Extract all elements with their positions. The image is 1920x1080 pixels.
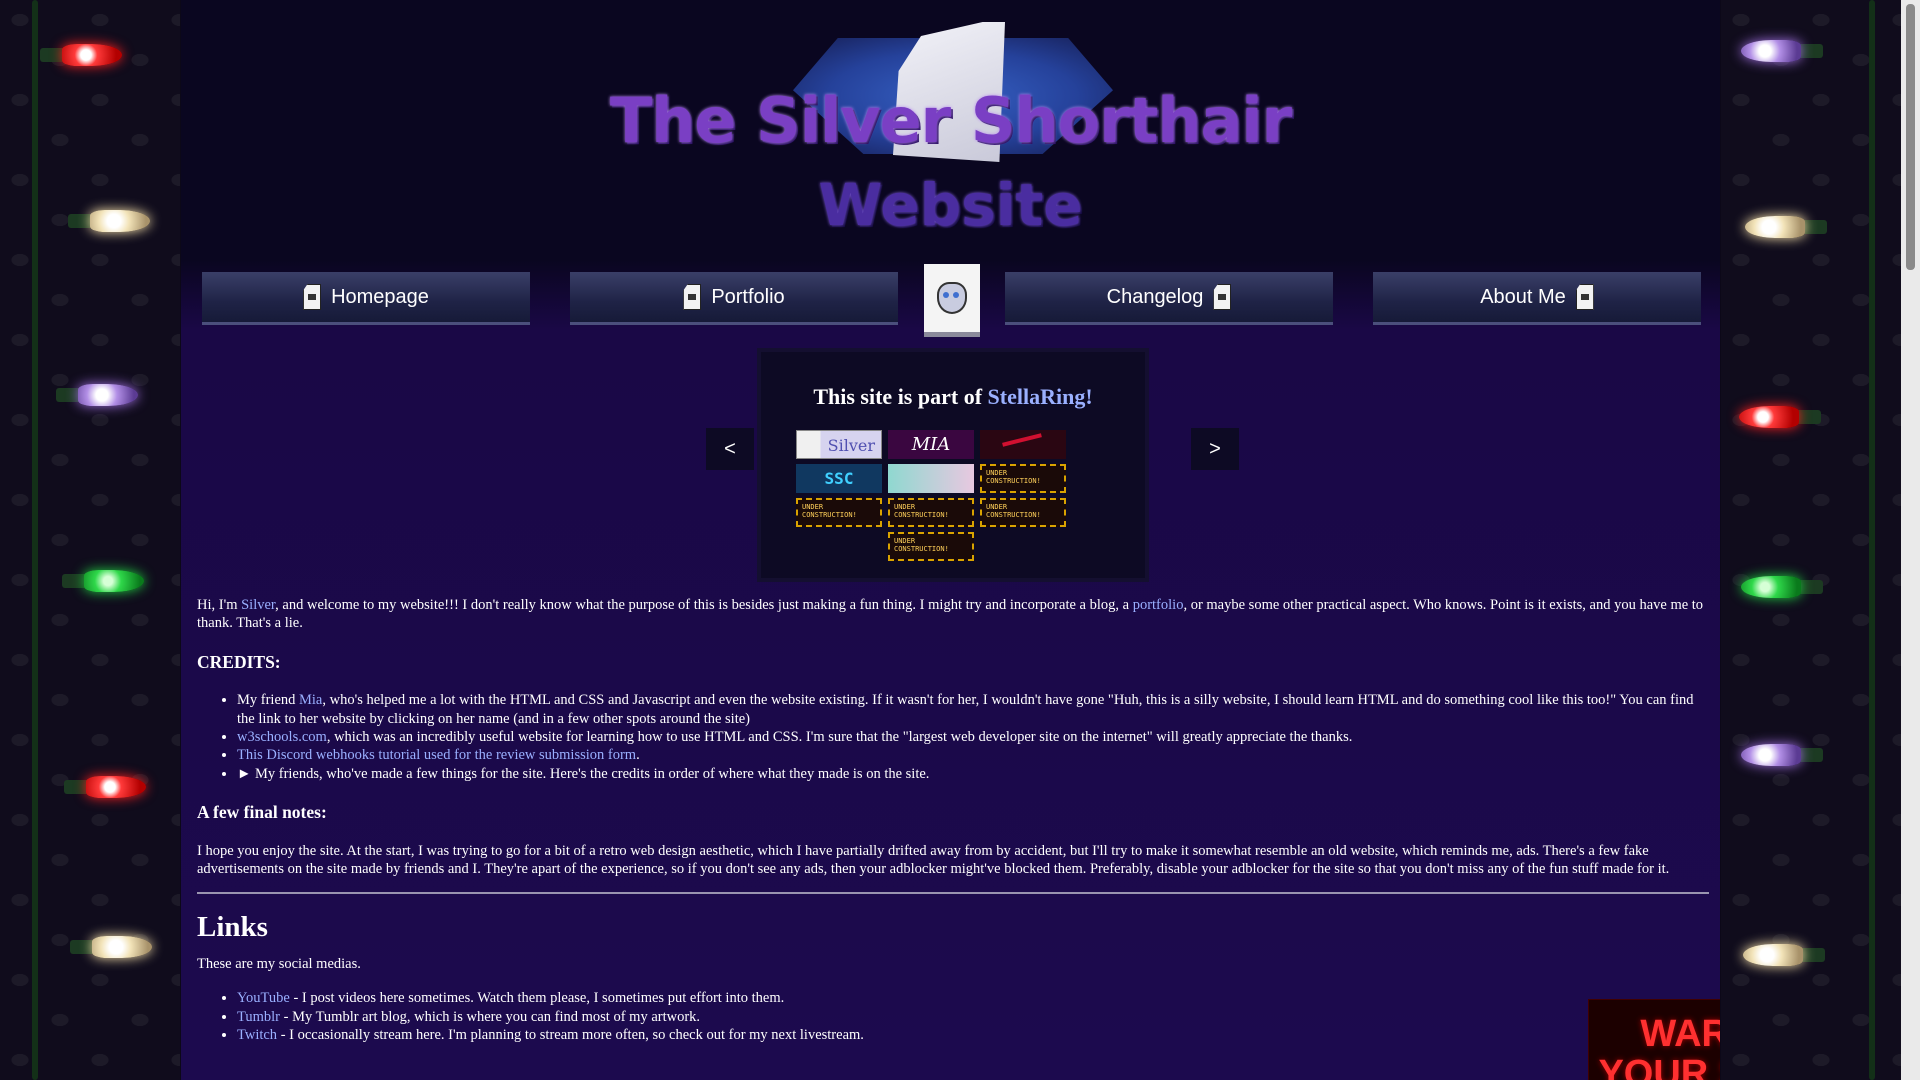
webring-site-red[interactable] [980, 430, 1066, 459]
credit-text: , who's helped me a lot with the HTML an… [237, 692, 1694, 727]
webring-site-ssc[interactable]: SSC [796, 464, 882, 493]
webring-site-under-construction[interactable]: UNDER CONSTRUCTION! [796, 498, 882, 527]
fake-warning-ad[interactable]: WARNING: YOUR SILVERS [1588, 999, 1720, 1080]
nav-label: Changelog [1106, 285, 1204, 308]
links-list: YouTube - I post videos here sometimes. … [197, 989, 1709, 1044]
final-notes-text: I hope you enjoy the site. At the start,… [197, 842, 1670, 878]
ad-line: YOUR SILVERS [1598, 1053, 1720, 1080]
webring-site-silver[interactable]: Silver [796, 430, 882, 459]
credits-heading: CREDITS: [197, 651, 281, 672]
white-light-icon [1745, 216, 1827, 238]
green-light-icon [1741, 576, 1823, 598]
nav-label: About Me [1480, 285, 1566, 308]
nav-portfolio-button[interactable]: Portfolio [570, 272, 898, 325]
white-light-icon [70, 936, 152, 958]
credits-list: My friend Mia, who's helped me a lot wit… [197, 691, 1709, 783]
stellaring-link[interactable]: StellaRing! [988, 384, 1093, 409]
logo-title: The Silver Shorthair [609, 84, 1292, 157]
ad-line: WARNING: [1640, 1013, 1720, 1055]
webring-prev-button[interactable]: < [706, 428, 754, 470]
red-light-icon [40, 44, 122, 66]
webring-box: This site is part of StellaRing! Silver … [761, 352, 1145, 578]
page-icon [1213, 284, 1232, 310]
page-icon [303, 284, 322, 310]
youtube-link[interactable]: YouTube [237, 990, 290, 1006]
webring-site-anime[interactable] [888, 464, 974, 493]
white-light-icon [1743, 944, 1825, 966]
final-notes-heading: A few final notes: [197, 802, 327, 823]
silver-link[interactable]: Silver [241, 597, 275, 613]
site-label: Silver [827, 436, 875, 455]
link-desc: - I occasionally stream here. I'm planni… [277, 1027, 864, 1044]
webring-site-under-construction[interactable]: UNDER CONSTRUCTION! [888, 498, 974, 527]
intro-paragraph: Hi, I'm Silver, and welcome to my websit… [197, 596, 1709, 633]
credit-text: . [636, 747, 640, 764]
intro-text: Hi, I'm [197, 597, 242, 613]
list-item: YouTube - I post videos here sometimes. … [237, 989, 1709, 1007]
light-wire [32, 0, 38, 1080]
webring-site-mia[interactable]: MIA [888, 430, 974, 459]
links-heading: Links [197, 911, 268, 944]
site-label: UNDER CONSTRUCTION! [802, 503, 857, 519]
w3schools-link[interactable]: w3schools.com [237, 729, 327, 745]
credit-text: My friend [237, 692, 300, 709]
webring-site-under-construction[interactable]: UNDER CONSTRUCTION! [980, 464, 1066, 493]
list-item: w3schools.com, which was an incredibly u… [237, 728, 1709, 746]
portfolio-link[interactable]: portfolio [1133, 597, 1184, 613]
credit-text: ► My friends, who've made a few things f… [237, 765, 930, 782]
light-wire [1869, 0, 1875, 1080]
purple-light-icon [1741, 744, 1823, 766]
intro-text: , and welcome to my website!!! I don't r… [275, 597, 1133, 613]
nav-label: Homepage [331, 285, 429, 308]
list-item: Twitch - I occasionally stream here. I'm… [237, 1026, 1709, 1044]
webring-next-button[interactable]: > [1191, 428, 1239, 470]
twitch-link[interactable]: Twitch [237, 1027, 277, 1043]
webring-title: This site is part of StellaRing! [761, 384, 1145, 410]
nav-changelog-button[interactable]: Changelog [1005, 272, 1333, 325]
right-decoration-panel [1721, 0, 1901, 1080]
page-icon [683, 284, 702, 310]
credit-text: , which was an incredibly useful website… [326, 729, 1353, 746]
link-desc: - I post videos here sometimes. Watch th… [289, 990, 785, 1007]
site-logo: The Silver Shorthair Website [181, 0, 1720, 250]
purple-light-icon [1741, 40, 1823, 62]
webring-title-text: This site is part of [813, 384, 988, 409]
tumblr-link[interactable]: Tumblr [237, 1009, 280, 1025]
webring-site-under-construction[interactable]: UNDER CONSTRUCTION! [888, 532, 974, 561]
site-label: UNDER CONSTRUCTION! [894, 503, 949, 519]
list-item: My friend Mia, who's helped me a lot wit… [237, 691, 1709, 728]
site-label: UNDER CONSTRUCTION! [986, 503, 1041, 519]
site-label: MIA [911, 434, 951, 455]
logo-subtitle: Website [818, 171, 1083, 239]
list-item: Tumblr - My Tumblr art blog, which is wh… [237, 1008, 1709, 1026]
ad-text: WARNING: YOUR SILVERS [1589, 1014, 1720, 1080]
white-light-icon [68, 210, 150, 232]
nav-label: Portfolio [711, 285, 785, 308]
green-light-icon [62, 570, 144, 592]
red-light-icon [1739, 406, 1821, 428]
list-item: This Discord webhooks tutorial used for … [237, 746, 1709, 764]
nav-about-me-button[interactable]: About Me [1373, 272, 1701, 325]
cat-face-icon [937, 282, 967, 314]
webring-site-under-construction[interactable]: UNDER CONSTRUCTION! [980, 498, 1066, 527]
nav-homepage-button[interactable]: Homepage [202, 272, 530, 325]
links-intro: These are my social medias. [197, 955, 361, 972]
vertical-scrollbar[interactable] [1901, 0, 1920, 1080]
cat-mascot-button[interactable] [924, 264, 980, 337]
content-area: Hi, I'm Silver, and welcome to my websit… [197, 596, 1709, 1045]
page-icon [1575, 284, 1594, 310]
divider [197, 892, 1709, 895]
main-column: The Silver Shorthair Website Homepage Po… [181, 0, 1720, 1080]
discord-tutorial-link[interactable]: This Discord webhooks tutorial used for … [237, 747, 636, 763]
purple-light-icon [56, 384, 138, 406]
site-label: UNDER CONSTRUCTION! [894, 537, 949, 553]
friends-credits-toggle[interactable]: ► My friends, who've made a few things f… [237, 765, 1709, 783]
scrollbar-thumb[interactable] [1906, 4, 1915, 270]
left-decoration-panel [0, 0, 180, 1080]
red-light-icon [64, 776, 146, 798]
site-label: UNDER CONSTRUCTION! [986, 469, 1041, 485]
link-desc: - My Tumblr art blog, which is where you… [279, 1008, 701, 1025]
mia-link[interactable]: Mia [299, 692, 322, 708]
site-label: SSC [824, 469, 854, 488]
